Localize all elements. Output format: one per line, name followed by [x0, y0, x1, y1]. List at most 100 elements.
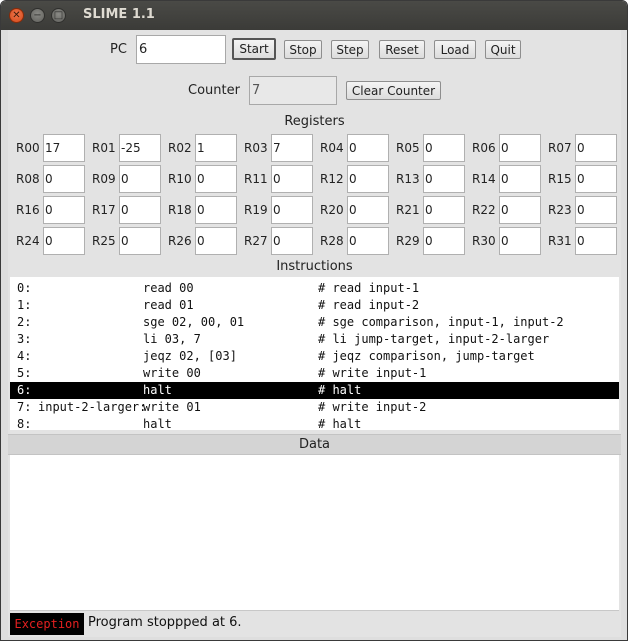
quit-button[interactable]: Quit	[485, 40, 521, 59]
register-label: R26	[168, 234, 192, 248]
register-label: R19	[244, 203, 268, 217]
register-label: R24	[16, 234, 40, 248]
register-label: R31	[548, 234, 572, 248]
register-field[interactable]: 0	[119, 196, 161, 224]
register-field[interactable]: 0	[575, 196, 617, 224]
instruction-code: read 01	[143, 298, 194, 312]
instruction-row[interactable]: 7: input-2-larger: write 01 # write input-2	[10, 399, 619, 416]
counter-field: 7	[249, 76, 337, 105]
register-field[interactable]: 0	[423, 134, 465, 162]
stop-button[interactable]: Stop	[284, 40, 322, 59]
close-icon[interactable]: ✕	[9, 8, 24, 23]
instruction-label: input-2-larger:	[38, 400, 147, 414]
register-field[interactable]: 0	[195, 196, 237, 224]
register-field[interactable]: 7	[271, 134, 313, 162]
instruction-row[interactable]: 4: jeqz 02, [03] # jeqz comparison, jump-t…	[10, 348, 619, 365]
register-field[interactable]: 0	[575, 227, 617, 255]
register-label: R21	[396, 203, 420, 217]
minimize-icon[interactable]: −	[30, 8, 45, 23]
register-field[interactable]: 0	[195, 227, 237, 255]
instruction-code: halt	[143, 417, 172, 431]
register-label: R20	[320, 203, 344, 217]
register-field[interactable]: 0	[423, 196, 465, 224]
register-field[interactable]: 0	[119, 165, 161, 193]
instruction-comment: # sge comparison, input-1, input-2	[318, 315, 564, 329]
register-field[interactable]: 0	[271, 165, 313, 193]
counter-label: Counter	[188, 83, 240, 98]
register-field[interactable]: 0	[499, 196, 541, 224]
register-field[interactable]: -25	[119, 134, 161, 162]
register-field[interactable]: 0	[423, 227, 465, 255]
instruction-comment: # halt	[318, 417, 362, 431]
instruction-addr: 8:	[17, 417, 32, 431]
step-button[interactable]: Step	[331, 40, 369, 59]
register-field[interactable]: 0	[43, 196, 85, 224]
register-field[interactable]: 0	[347, 165, 389, 193]
instruction-comment: # write input-1	[318, 366, 427, 380]
register-label: R04	[320, 141, 344, 155]
register-field[interactable]: 0	[347, 227, 389, 255]
register-field[interactable]: 0	[499, 227, 541, 255]
register-field[interactable]: 0	[347, 196, 389, 224]
pc-field[interactable]: 6	[136, 35, 226, 64]
instruction-row[interactable]: 1: read 01 # read input-2	[10, 297, 619, 314]
register-field[interactable]: 0	[119, 227, 161, 255]
register-field[interactable]: 1	[195, 134, 237, 162]
instruction-addr: 7:	[17, 400, 32, 414]
instruction-row[interactable]: 3: li 03, 7 # li jump-target, input-2-larg…	[10, 331, 619, 348]
instruction-row[interactable]: 2: sge 02, 00, 01 # sge comparison, input-…	[10, 314, 619, 331]
slime-window: ✕ − □ SLIME 1.1 PC 6 Start Stop Step Res…	[0, 0, 628, 641]
register-field[interactable]: 0	[575, 134, 617, 162]
instruction-row[interactable]: 5: write 00 # write input-1	[10, 365, 619, 382]
data-area[interactable]	[10, 455, 619, 611]
register-field[interactable]: 0	[195, 165, 237, 193]
register-field[interactable]: 0	[499, 165, 541, 193]
register-label: R13	[396, 172, 420, 186]
register-label: R06	[472, 141, 496, 155]
register-label: R17	[92, 203, 116, 217]
register-label: R02	[168, 141, 192, 155]
instructions-title: Instructions	[276, 259, 353, 274]
start-button[interactable]: Start	[232, 38, 276, 60]
register-field[interactable]: 0	[499, 134, 541, 162]
register-label: R08	[16, 172, 40, 186]
register-field[interactable]: 0	[575, 165, 617, 193]
register-label: R23	[548, 203, 572, 217]
register-field[interactable]: 0	[347, 134, 389, 162]
register-field[interactable]: 0	[43, 227, 85, 255]
register-label: R05	[396, 141, 420, 155]
register-label: R10	[168, 172, 192, 186]
register-label: R15	[548, 172, 572, 186]
instruction-code: write 00	[143, 366, 201, 380]
instruction-code: li 03, 7	[143, 332, 201, 346]
register-label: R12	[320, 172, 344, 186]
register-label: R22	[472, 203, 496, 217]
reset-button[interactable]: Reset	[379, 40, 425, 59]
register-label: R18	[168, 203, 192, 217]
register-field[interactable]: 17	[43, 134, 85, 162]
instruction-comment: # li jump-target, input-2-larger	[318, 332, 550, 346]
instruction-comment: # read input-2	[318, 298, 420, 312]
clear-counter-button[interactable]: Clear Counter	[346, 81, 441, 100]
register-field[interactable]: 0	[423, 165, 465, 193]
instruction-list[interactable]: 0: read 00 # read input-1 1: read 01 # read i…	[10, 277, 619, 433]
maximize-icon[interactable]: □	[51, 8, 66, 23]
registers-title: Registers	[284, 114, 345, 129]
register-field[interactable]: 0	[43, 165, 85, 193]
main-panel: PC 6 Start Stop Step Reset Load Quit Cou…	[8, 30, 621, 637]
instruction-row[interactable]: 8: halt # halt	[10, 416, 619, 433]
instruction-row[interactable]: 6: halt # halt	[10, 382, 619, 399]
pc-label: PC	[110, 42, 127, 57]
register-field[interactable]: 0	[271, 227, 313, 255]
instruction-code: jeqz 02, [03]	[143, 349, 237, 363]
register-label: R27	[244, 234, 268, 248]
status-message: Program stoppped at 6.	[88, 615, 242, 630]
instruction-addr: 0:	[17, 281, 32, 295]
load-button[interactable]: Load	[434, 40, 476, 59]
instruction-row[interactable]: 0: read 00 # read input-1	[10, 280, 619, 297]
instruction-comment: # jeqz comparison, jump-target	[318, 349, 535, 363]
register-label: R00	[16, 141, 40, 155]
register-label: R30	[472, 234, 496, 248]
register-label: R11	[244, 172, 268, 186]
register-field[interactable]: 0	[271, 196, 313, 224]
